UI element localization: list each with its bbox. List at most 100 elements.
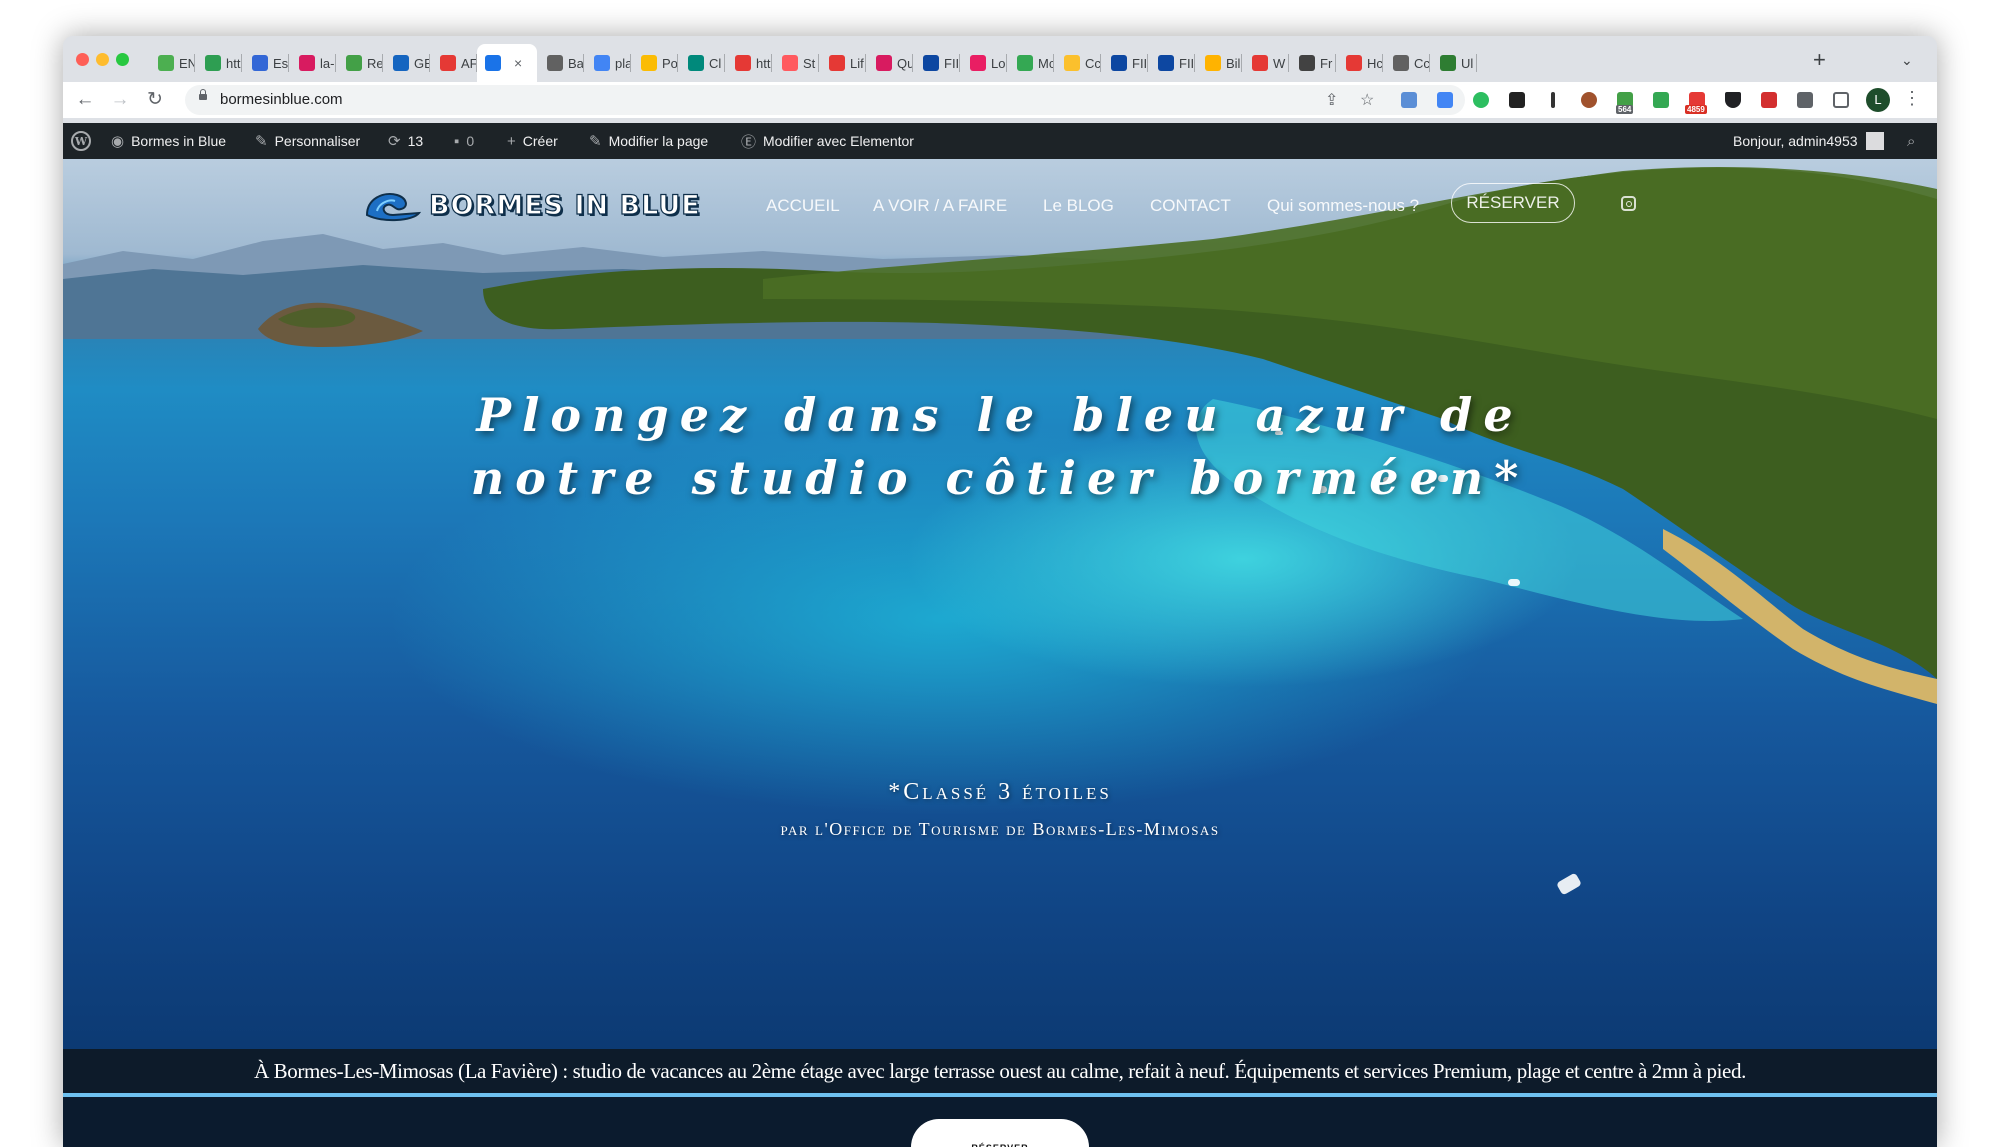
tab-favicon-icon bbox=[1252, 55, 1268, 71]
close-tab-icon[interactable]: × bbox=[514, 55, 522, 71]
browser-tab[interactable]: la- bbox=[289, 44, 336, 82]
url-text[interactable]: bormesinblue.com bbox=[220, 91, 343, 108]
comments-link[interactable]: ▪ 0 bbox=[454, 123, 474, 159]
site-name-link[interactable]: ◉ Bormes in Blue bbox=[111, 123, 226, 159]
headline-line-2: notre studio côtier borméen* bbox=[470, 451, 1530, 505]
account-menu[interactable]: Bonjour, admin4953 bbox=[1733, 123, 1884, 159]
nav-a-voir-a-faire[interactable]: A VOIR / A FAIRE bbox=[873, 196, 1007, 216]
browser-tab[interactable]: pla bbox=[584, 44, 631, 82]
browser-tab[interactable]: Bil bbox=[1195, 44, 1242, 82]
coastline-illustration bbox=[258, 167, 1937, 704]
tab-label: Cc bbox=[1085, 55, 1101, 71]
browser-tab[interactable]: Ba bbox=[537, 44, 584, 82]
hero-headline: Plongez dans le bleu azur de notre studi… bbox=[63, 384, 1937, 510]
browser-tab[interactable]: Cc bbox=[1054, 44, 1101, 82]
browser-tab[interactable]: EN bbox=[148, 44, 195, 82]
nav-qui-sommes-nous[interactable]: Qui sommes-nous ? bbox=[1267, 196, 1419, 216]
tab-list: EN htt Es la- Re GE AF × Ba pla Po Cl htt St Lif Qu FII L… bbox=[148, 44, 1477, 82]
blocked-extension-icon[interactable] bbox=[1761, 92, 1777, 108]
tab-favicon-icon bbox=[735, 55, 751, 71]
updates-icon: ⟳ bbox=[388, 133, 401, 150]
browser-tab[interactable]: St bbox=[772, 44, 819, 82]
wave-logo-icon bbox=[365, 193, 421, 221]
instagram-icon[interactable] bbox=[1621, 196, 1636, 211]
side-panel-icon[interactable] bbox=[1833, 92, 1849, 108]
forward-arrow-icon[interactable]: → bbox=[107, 87, 133, 113]
extension-badge: 564 bbox=[1616, 105, 1634, 114]
shield-extension-icon[interactable] bbox=[1725, 92, 1741, 108]
tab-favicon-icon bbox=[1205, 55, 1221, 71]
greeting-label: Bonjour, admin4953 bbox=[1733, 133, 1858, 149]
tab-label: GE bbox=[414, 55, 430, 71]
browser-tab[interactable]: Hc bbox=[1336, 44, 1383, 82]
browser-tab[interactable]: Cl bbox=[678, 44, 725, 82]
browser-tab[interactable]: × bbox=[477, 44, 537, 82]
puzzle-extensions-icon[interactable] bbox=[1797, 92, 1813, 108]
nav-accueil[interactable]: ACCUEIL bbox=[766, 196, 840, 216]
cookie-extension-icon[interactable] bbox=[1581, 92, 1597, 108]
browser-tab[interactable]: Lo bbox=[960, 44, 1007, 82]
nav-contact[interactable]: CONTACT bbox=[1150, 196, 1231, 216]
search-icon[interactable]: ⌕ bbox=[1907, 123, 1915, 159]
pencil-icon: ✎ bbox=[589, 133, 602, 150]
wordpress-logo-icon[interactable]: W bbox=[71, 123, 91, 159]
browser-tab[interactable]: W bbox=[1242, 44, 1289, 82]
reload-icon[interactable]: ↻ bbox=[142, 87, 168, 113]
tab-strip: EN htt Es la- Re GE AF × Ba pla Po Cl htt St Lif Qu FII L… bbox=[63, 36, 1937, 82]
tab-label: Hc bbox=[1367, 55, 1383, 71]
site-logo[interactable]: BORMES IN BLUE bbox=[363, 187, 701, 223]
browser-tab[interactable]: AF bbox=[430, 44, 477, 82]
browser-tab[interactable]: FII bbox=[1148, 44, 1195, 82]
customize-link[interactable]: ✎ Personnaliser bbox=[255, 123, 360, 159]
minimize-window-button[interactable] bbox=[96, 53, 109, 66]
tab-label: Mc bbox=[1038, 55, 1054, 71]
edit-page-link[interactable]: ✎ Modifier la page bbox=[589, 123, 708, 159]
nav-blog[interactable]: Le BLOG bbox=[1043, 196, 1114, 216]
back-arrow-icon[interactable]: ← bbox=[72, 87, 98, 113]
close-window-button[interactable] bbox=[76, 53, 89, 66]
tab-favicon-icon bbox=[299, 55, 315, 71]
dropbox-extension-icon[interactable] bbox=[1401, 92, 1417, 108]
browser-tab[interactable]: Mc bbox=[1007, 44, 1054, 82]
reserve-bottom-button[interactable]: RÉSERVER bbox=[911, 1119, 1089, 1147]
browser-tab[interactable]: FII bbox=[1101, 44, 1148, 82]
browser-tab[interactable]: Fr bbox=[1289, 44, 1336, 82]
address-bar[interactable] bbox=[185, 85, 1465, 115]
tab-favicon-icon bbox=[1393, 55, 1409, 71]
tab-label: htt bbox=[226, 55, 241, 71]
new-tab-button[interactable]: + bbox=[1813, 49, 1826, 71]
maximize-window-button[interactable] bbox=[116, 53, 129, 66]
browser-tab[interactable]: Re bbox=[336, 44, 383, 82]
browser-tab[interactable]: htt bbox=[725, 44, 772, 82]
edit-elementor-link[interactable]: Ⓔ Modifier avec Elementor bbox=[741, 123, 914, 159]
profile-avatar[interactable]: L bbox=[1866, 88, 1890, 112]
reserve-button[interactable]: RÉSERVER bbox=[1451, 183, 1575, 223]
browser-tab[interactable]: Es bbox=[242, 44, 289, 82]
updates-link[interactable]: ⟳ 13 bbox=[388, 123, 423, 159]
boat bbox=[1508, 579, 1520, 586]
plus-icon: + bbox=[507, 132, 516, 150]
browser-tab[interactable]: Lif bbox=[819, 44, 866, 82]
diamond-extension-icon[interactable] bbox=[1653, 92, 1669, 108]
lock-icon[interactable] bbox=[199, 89, 207, 100]
evernote-extension-icon[interactable] bbox=[1473, 92, 1489, 108]
tab-label: Qu bbox=[897, 55, 913, 71]
incognito-extension-icon[interactable] bbox=[1509, 92, 1525, 108]
pause-extension-icon[interactable] bbox=[1551, 92, 1555, 108]
browser-tab[interactable]: Po bbox=[631, 44, 678, 82]
translate-extension-icon[interactable] bbox=[1437, 92, 1453, 108]
tab-favicon-icon bbox=[252, 55, 268, 71]
bookmark-star-icon[interactable]: ☆ bbox=[1360, 90, 1374, 110]
browser-tab[interactable]: htt bbox=[195, 44, 242, 82]
tab-search-chevron-icon[interactable]: ⌄ bbox=[1901, 52, 1913, 69]
tab-favicon-icon bbox=[393, 55, 409, 71]
browser-tab[interactable]: GE bbox=[383, 44, 430, 82]
browser-tab[interactable]: Ul bbox=[1430, 44, 1477, 82]
tab-label: la- bbox=[320, 55, 335, 71]
share-icon[interactable]: ⇪ bbox=[1325, 90, 1338, 110]
new-content-link[interactable]: + Créer bbox=[507, 123, 558, 159]
browser-tab[interactable]: Cc bbox=[1383, 44, 1430, 82]
browser-tab[interactable]: Qu bbox=[866, 44, 913, 82]
browser-tab[interactable]: FII bbox=[913, 44, 960, 82]
browser-menu-icon[interactable]: ⋮ bbox=[1903, 88, 1921, 109]
